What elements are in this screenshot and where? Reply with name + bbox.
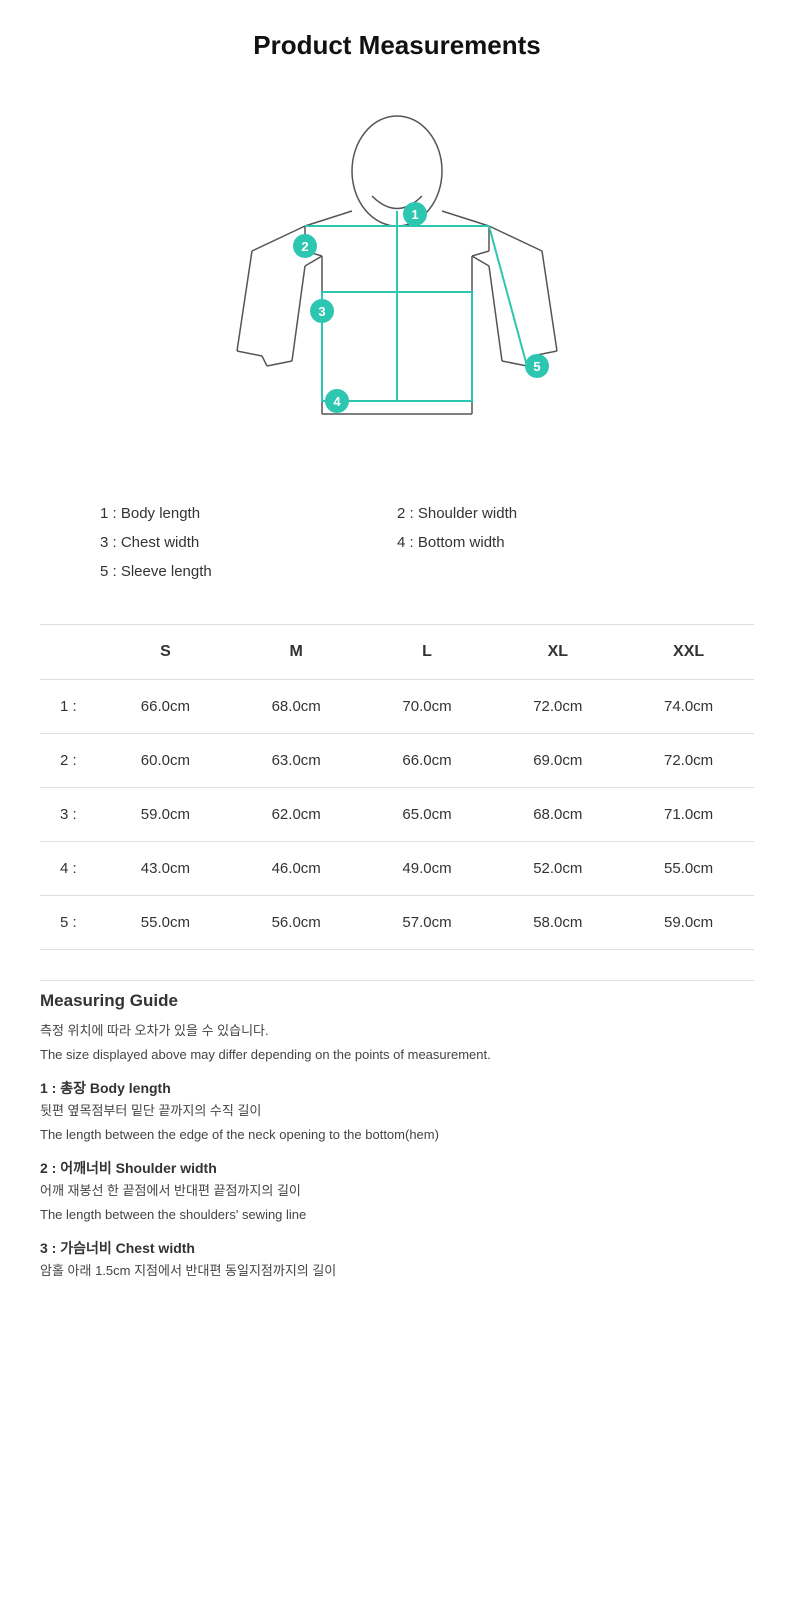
guide-intro-korean: 측정 위치에 따라 오차가 있을 수 있습니다.	[40, 1021, 754, 1041]
cell-3-1: 62.0cm	[231, 788, 362, 842]
row-label-2: 2 :	[40, 734, 100, 788]
guide-section-korean-3: 암홀 아래 1.5cm 지점에서 반대편 동일지점까지의 길이	[40, 1261, 754, 1281]
cell-1-4: 74.0cm	[623, 680, 754, 734]
guide-section-1: 1 : 총장 Body length 뒷편 옆목점부터 밑단 끝까지의 수직 길이…	[40, 1078, 754, 1144]
cell-5-1: 56.0cm	[231, 896, 362, 950]
hoodie-diagram: 1 2 3 4 5	[197, 91, 597, 471]
legend-item-4: 4 : Bottom width	[397, 530, 694, 555]
row-label-5: 5 :	[40, 896, 100, 950]
col-header-label	[40, 625, 100, 680]
cell-3-0: 59.0cm	[100, 788, 231, 842]
cell-3-2: 65.0cm	[362, 788, 493, 842]
legend-item-1: 1 : Body length	[100, 501, 397, 526]
cell-4-4: 55.0cm	[623, 842, 754, 896]
cell-2-3: 69.0cm	[492, 734, 623, 788]
diagram-container: 1 2 3 4 5	[40, 91, 754, 471]
table-row: 1 :66.0cm68.0cm70.0cm72.0cm74.0cm	[40, 680, 754, 734]
row-label-1: 1 :	[40, 680, 100, 734]
measuring-guide: Measuring Guide 측정 위치에 따라 오차가 있을 수 있습니다.…	[40, 981, 754, 1295]
legend-item-2: 2 : Shoulder width	[397, 501, 694, 526]
cell-5-0: 55.0cm	[100, 896, 231, 950]
page-title: Product Measurements	[40, 30, 754, 61]
col-header-s: S	[100, 625, 231, 680]
cell-4-0: 43.0cm	[100, 842, 231, 896]
col-header-m: M	[231, 625, 362, 680]
col-header-l: L	[362, 625, 493, 680]
cell-4-3: 52.0cm	[492, 842, 623, 896]
cell-2-2: 66.0cm	[362, 734, 493, 788]
legend: 1 : Body length 2 : Shoulder width 3 : C…	[40, 491, 754, 594]
table-row: 3 :59.0cm62.0cm65.0cm68.0cm71.0cm	[40, 788, 754, 842]
cell-1-2: 70.0cm	[362, 680, 493, 734]
guide-section-title-3: 3 : 가슴너비 Chest width	[40, 1238, 754, 1258]
page-container: Product Measurements	[0, 0, 794, 1325]
cell-4-2: 49.0cm	[362, 842, 493, 896]
table-header-row: S M L XL XXL	[40, 625, 754, 680]
measurements-table: S M L XL XXL 1 :66.0cm68.0cm70.0cm72.0cm…	[40, 625, 754, 950]
cell-1-1: 68.0cm	[231, 680, 362, 734]
svg-text:3: 3	[318, 304, 325, 319]
legend-item-5: 5 : Sleeve length	[100, 559, 397, 584]
guide-section-english-1: The length between the edge of the neck …	[40, 1125, 754, 1145]
row-label-4: 4 :	[40, 842, 100, 896]
guide-section-2: 2 : 어깨너비 Shoulder width 어깨 재봉선 한 끝점에서 반대편…	[40, 1158, 754, 1224]
cell-3-4: 71.0cm	[623, 788, 754, 842]
guide-section-title-1: 1 : 총장 Body length	[40, 1078, 754, 1098]
svg-text:5: 5	[533, 359, 540, 374]
cell-5-4: 59.0cm	[623, 896, 754, 950]
cell-5-3: 58.0cm	[492, 896, 623, 950]
guide-section-title-2: 2 : 어깨너비 Shoulder width	[40, 1158, 754, 1178]
col-header-xxl: XXL	[623, 625, 754, 680]
cell-4-1: 46.0cm	[231, 842, 362, 896]
table-row: 5 :55.0cm56.0cm57.0cm58.0cm59.0cm	[40, 896, 754, 950]
svg-text:1: 1	[411, 207, 418, 222]
col-header-xl: XL	[492, 625, 623, 680]
guide-title: Measuring Guide	[40, 991, 754, 1011]
cell-2-0: 60.0cm	[100, 734, 231, 788]
cell-3-3: 68.0cm	[492, 788, 623, 842]
cell-2-1: 63.0cm	[231, 734, 362, 788]
table-row: 4 :43.0cm46.0cm49.0cm52.0cm55.0cm	[40, 842, 754, 896]
svg-text:4: 4	[333, 394, 341, 409]
cell-1-3: 72.0cm	[492, 680, 623, 734]
guide-intro-english: The size displayed above may differ depe…	[40, 1045, 754, 1065]
cell-5-2: 57.0cm	[362, 896, 493, 950]
guide-section-korean-2: 어깨 재봉선 한 끝점에서 반대편 끝점까지의 길이	[40, 1181, 754, 1201]
svg-text:2: 2	[301, 239, 308, 254]
guide-section-english-2: The length between the shoulders' sewing…	[40, 1205, 754, 1225]
guide-section-3: 3 : 가슴너비 Chest width 암홀 아래 1.5cm 지점에서 반대편…	[40, 1238, 754, 1281]
cell-2-4: 72.0cm	[623, 734, 754, 788]
row-label-3: 3 :	[40, 788, 100, 842]
cell-1-0: 66.0cm	[100, 680, 231, 734]
legend-item-3: 3 : Chest width	[100, 530, 397, 555]
table-row: 2 :60.0cm63.0cm66.0cm69.0cm72.0cm	[40, 734, 754, 788]
guide-section-korean-1: 뒷편 옆목점부터 밑단 끝까지의 수직 길이	[40, 1101, 754, 1121]
